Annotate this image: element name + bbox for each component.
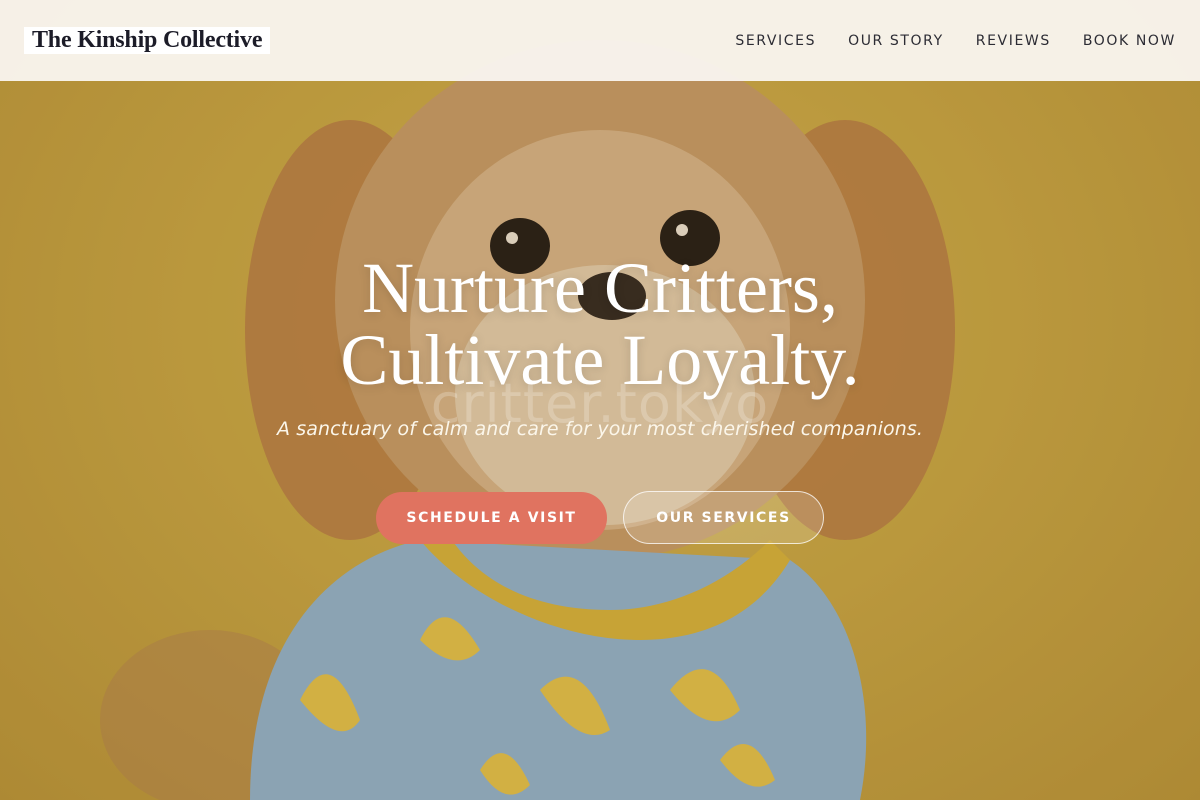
nav-link-book-now[interactable]: BOOK NOW — [1083, 33, 1176, 49]
schedule-visit-button[interactable]: SCHEDULE A VISIT — [376, 492, 607, 544]
nav-link-services[interactable]: SERVICES — [735, 33, 816, 49]
headline-line-2: Cultivate Loyalty. — [340, 320, 860, 400]
main-nav: SERVICES OUR STORY REVIEWS BOOK NOW — [703, 33, 1176, 49]
hero-content: Nurture Critters, Cultivate Loyalty. A s… — [0, 252, 1200, 440]
site-header: The Kinship Collective SERVICES OUR STOR… — [0, 0, 1200, 81]
nav-link-reviews[interactable]: REVIEWS — [976, 33, 1051, 49]
nav-link-our-story[interactable]: OUR STORY — [848, 33, 944, 49]
hero-headline: Nurture Critters, Cultivate Loyalty. — [0, 252, 1200, 396]
site-logo[interactable]: The Kinship Collective — [24, 27, 271, 54]
our-services-button[interactable]: OUR SERVICES — [623, 491, 824, 544]
hero-tagline: A sanctuary of calm and care for your mo… — [276, 418, 924, 440]
headline-line-1: Nurture Critters, — [362, 248, 838, 328]
cta-row: SCHEDULE A VISIT OUR SERVICES — [0, 491, 1200, 544]
